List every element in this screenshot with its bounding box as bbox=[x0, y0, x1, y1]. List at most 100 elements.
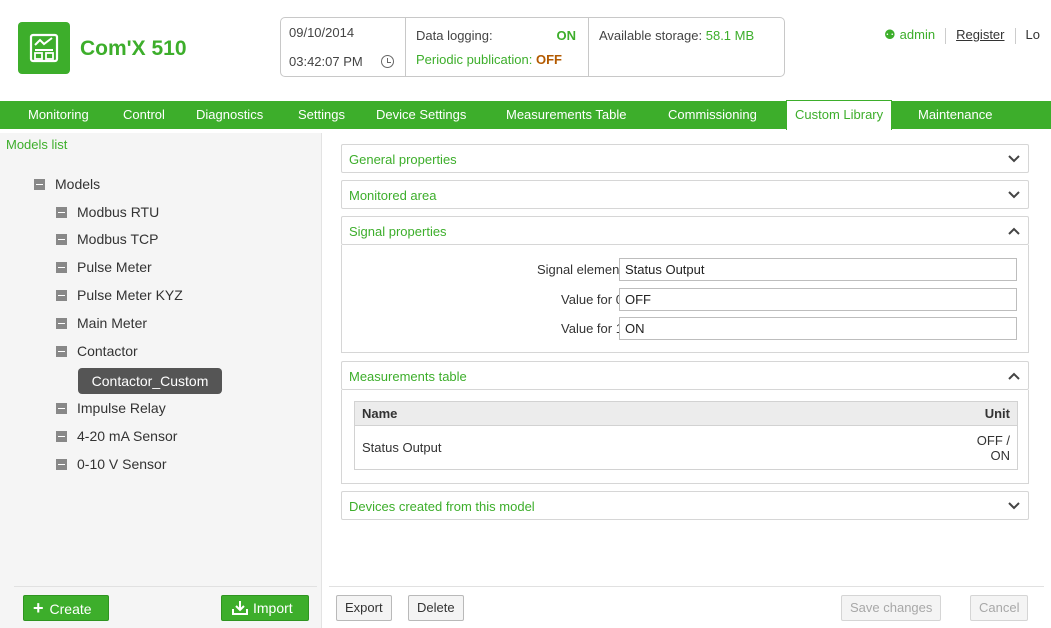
tab-commissioning[interactable]: Commissioning bbox=[660, 101, 765, 129]
section-title: Monitored area bbox=[349, 188, 437, 203]
create-button-label: Create bbox=[49, 601, 92, 617]
tree-item-pulse-meter-kyz[interactable]: Pulse Meter KYZ bbox=[56, 286, 183, 304]
chevron-up-icon[interactable] bbox=[1008, 226, 1020, 236]
devices-created-header[interactable]: Devices created from this model bbox=[341, 491, 1029, 520]
logging-panel: Data logging: ON Periodic publication: O… bbox=[406, 18, 589, 76]
signal-properties-body: Signal element* Value for 0* Value for 1… bbox=[341, 245, 1029, 353]
tree-label: Main Meter bbox=[77, 315, 148, 331]
tree-item-pulse-meter[interactable]: Pulse Meter bbox=[56, 258, 152, 276]
tab-device-settings[interactable]: Device Settings bbox=[368, 101, 474, 129]
datetime-panel: 09/10/2014 03:42:07 PM bbox=[281, 18, 406, 76]
delete-button[interactable]: Delete bbox=[408, 595, 464, 621]
unit-line-1: OFF / bbox=[976, 432, 1010, 448]
tree-label: 4-20 mA Sensor bbox=[77, 428, 178, 444]
tab-maintenance[interactable]: Maintenance bbox=[910, 101, 1000, 129]
tree-item-impulse-relay[interactable]: Impulse Relay bbox=[56, 399, 166, 417]
cancel-button[interactable]: Cancel bbox=[970, 595, 1029, 621]
value-for-1-label-text: Value for 1 bbox=[561, 321, 623, 336]
collapse-icon[interactable] bbox=[56, 233, 67, 245]
storage-value: 58.1 MB bbox=[705, 28, 755, 43]
tree-item-contactor-custom[interactable]: Contactor_Custom bbox=[78, 368, 222, 394]
tab-measurements-table[interactable]: Measurements Table bbox=[498, 101, 634, 129]
signal-properties-header[interactable]: Signal properties bbox=[341, 216, 1029, 245]
chevron-down-icon[interactable] bbox=[1008, 190, 1020, 200]
tab-control[interactable]: Control bbox=[115, 101, 173, 129]
signal-element-input[interactable] bbox=[619, 258, 1017, 281]
measurement-unit: OFF / ON bbox=[958, 426, 1018, 470]
import-button[interactable]: Import bbox=[221, 595, 309, 621]
storage-label: Available storage: bbox=[599, 28, 703, 43]
tree-item-4-20ma-sensor[interactable]: 4-20 mA Sensor bbox=[56, 427, 177, 445]
value-for-0-input[interactable] bbox=[619, 288, 1017, 311]
details-footer: Export Delete Save changes Cancel bbox=[329, 586, 1044, 628]
column-header-unit[interactable]: Unit bbox=[957, 401, 1018, 426]
tree-label: Pulse Meter bbox=[77, 259, 152, 275]
tab-custom-library[interactable]: Custom Library bbox=[786, 100, 893, 130]
collapse-icon[interactable] bbox=[34, 178, 45, 190]
status-box: 09/10/2014 03:42:07 PM Data logging: ON … bbox=[280, 17, 785, 77]
tree-root-models[interactable]: Models bbox=[34, 175, 100, 193]
storage-panel: Available storage: 58.1 MB bbox=[589, 18, 784, 76]
signal-element-label-text: Signal element bbox=[536, 262, 623, 277]
measurements-table-body: Name Unit Status Output OFF / ON bbox=[341, 390, 1029, 484]
value-for-1-input[interactable] bbox=[619, 317, 1017, 340]
table-row[interactable]: Status Output OFF / ON bbox=[355, 426, 1018, 470]
admin-link[interactable]: admin bbox=[900, 27, 935, 42]
tree-label: Modbus RTU bbox=[77, 204, 160, 220]
unit-line-2: ON bbox=[990, 447, 1011, 463]
chevron-down-icon[interactable] bbox=[1008, 501, 1020, 511]
import-icon bbox=[232, 601, 248, 615]
tab-diagnostics[interactable]: Diagnostics bbox=[188, 101, 271, 129]
chevron-up-icon[interactable] bbox=[1008, 371, 1020, 381]
divider bbox=[1014, 27, 1016, 44]
monitored-area-header[interactable]: Monitored area bbox=[341, 180, 1029, 209]
measurements-table-header[interactable]: Measurements table bbox=[341, 361, 1029, 390]
value-for-0-label-text: Value for 0 bbox=[561, 292, 623, 307]
tree-item-contactor[interactable]: Contactor bbox=[56, 342, 138, 360]
user-icon: ⚉ bbox=[884, 27, 896, 42]
collapse-icon[interactable] bbox=[56, 430, 67, 442]
chevron-down-icon[interactable] bbox=[1008, 154, 1020, 164]
collapse-icon[interactable] bbox=[56, 261, 67, 273]
tab-settings[interactable]: Settings bbox=[290, 101, 353, 129]
export-button[interactable]: Export bbox=[336, 595, 392, 621]
collapse-icon[interactable] bbox=[56, 345, 67, 357]
data-logging-value: ON bbox=[556, 28, 577, 43]
collapse-icon[interactable] bbox=[56, 289, 67, 301]
tree-label: Models bbox=[55, 176, 101, 192]
user-area: ⚉ admin Register Lo bbox=[884, 27, 1040, 44]
collapse-icon[interactable] bbox=[56, 458, 67, 470]
register-link[interactable]: Register bbox=[956, 27, 1004, 42]
logout-link[interactable]: Lo bbox=[1026, 27, 1040, 42]
section-title: Devices created from this model bbox=[349, 499, 535, 514]
signal-element-label: Signal element* bbox=[430, 262, 630, 277]
tab-monitoring[interactable]: Monitoring bbox=[20, 101, 97, 129]
tree-item-main-meter[interactable]: Main Meter bbox=[56, 314, 147, 332]
import-button-label: Import bbox=[253, 600, 293, 616]
tree-item-0-10v-sensor[interactable]: 0-10 V Sensor bbox=[56, 455, 167, 473]
header: Com'X 510 09/10/2014 03:42:07 PM Data lo… bbox=[0, 0, 1051, 100]
app-title: Com'X 510 bbox=[80, 37, 187, 60]
tree-item-modbus-rtu[interactable]: Modbus RTU bbox=[56, 203, 159, 221]
plus-icon: + bbox=[33, 598, 44, 618]
periodic-publication-value: OFF bbox=[535, 52, 562, 67]
collapse-icon[interactable] bbox=[56, 402, 67, 414]
collapse-icon[interactable] bbox=[56, 317, 67, 329]
general-properties-header[interactable]: General properties bbox=[341, 144, 1029, 173]
models-list-title: Models list bbox=[6, 137, 68, 152]
tree-label: Modbus TCP bbox=[77, 231, 159, 247]
table-header-row: Name Unit bbox=[354, 401, 1018, 426]
measurement-name: Status Output bbox=[362, 440, 442, 455]
section-title: Signal properties bbox=[349, 224, 447, 239]
models-footer: + Create Import bbox=[14, 586, 317, 628]
models-panel: Models list Models Modbus RTU Modbus TCP… bbox=[0, 133, 322, 628]
collapse-icon[interactable] bbox=[56, 206, 67, 218]
app-logo bbox=[18, 22, 70, 74]
main-tabbar: Monitoring Control Diagnostics Settings … bbox=[0, 100, 1051, 130]
tree-item-modbus-tcp[interactable]: Modbus TCP bbox=[56, 230, 158, 248]
create-button[interactable]: + Create bbox=[23, 595, 109, 621]
save-changes-button[interactable]: Save changes bbox=[841, 595, 942, 621]
tree-label: Contactor bbox=[77, 343, 138, 359]
column-header-name[interactable]: Name bbox=[354, 401, 958, 426]
measurements-table: Name Unit Status Output OFF / ON bbox=[354, 401, 1018, 470]
